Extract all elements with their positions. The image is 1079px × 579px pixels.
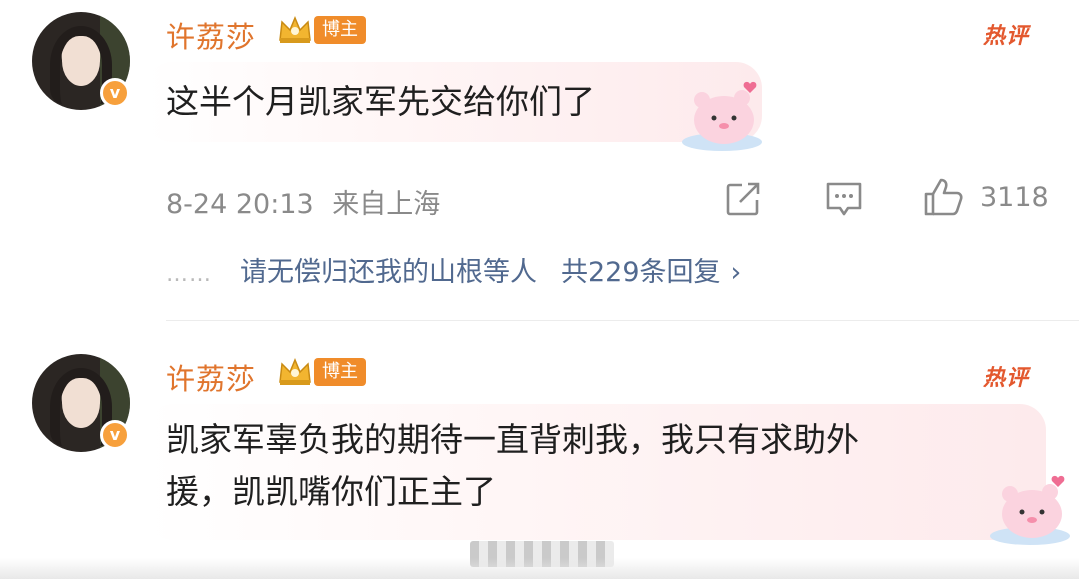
comment-text: 这半个月凯家军先交给你们了 (166, 82, 595, 121)
ellipsis: …… (166, 262, 212, 287)
comment-text-line: 凯家军辜负我的期待一直背刺我，我只有求助外 (166, 420, 859, 459)
verified-icon: v (100, 78, 130, 108)
chevron-right-icon[interactable]: › (731, 257, 742, 288)
username[interactable]: 许荔莎 (166, 14, 256, 56)
comment-date: 8-24 20:13 (166, 189, 314, 220)
username[interactable]: 许荔莎 (166, 356, 256, 398)
bottom-fade (0, 558, 1079, 579)
hot-comment-label: 热评 (982, 24, 1029, 49)
comment-location: 来自上海 (332, 189, 441, 220)
blogger-badge: 博主 (314, 16, 366, 44)
like-count: 3118 (980, 182, 1049, 213)
comment-icon[interactable] (824, 180, 864, 218)
reply-snippet[interactable]: 请无偿归还我的山根等人 (240, 257, 537, 288)
crown-icon (279, 358, 311, 385)
comment-text-line: 援，凯凯嘴你们正主了 (166, 472, 496, 511)
comment-item: v 许荔莎 博主 热评 这半个月凯家军先交给你们了 8-24 20:13 来自上… (0, 0, 1079, 320)
share-icon[interactable] (724, 180, 762, 218)
hot-comment-label: 热评 (982, 366, 1029, 391)
crown-icon (279, 16, 311, 43)
bear-sticker-icon (682, 81, 762, 151)
reply-count[interactable]: 共229条回复 (561, 257, 721, 288)
bear-sticker-icon (990, 475, 1070, 545)
like-icon[interactable] (922, 176, 964, 218)
comment-text: 凯家军辜负我的期待一直背刺我，我只有求助外 援，凯凯嘴你们正主了 (166, 414, 859, 518)
verified-icon: v (100, 420, 130, 450)
replies-preview[interactable]: …… 请无偿归还我的山根等人 共229条回复 › (166, 250, 741, 289)
blogger-badge: 博主 (314, 358, 366, 386)
divider (166, 320, 1079, 321)
comment-meta: 8-24 20:13 来自上海 (166, 182, 440, 221)
